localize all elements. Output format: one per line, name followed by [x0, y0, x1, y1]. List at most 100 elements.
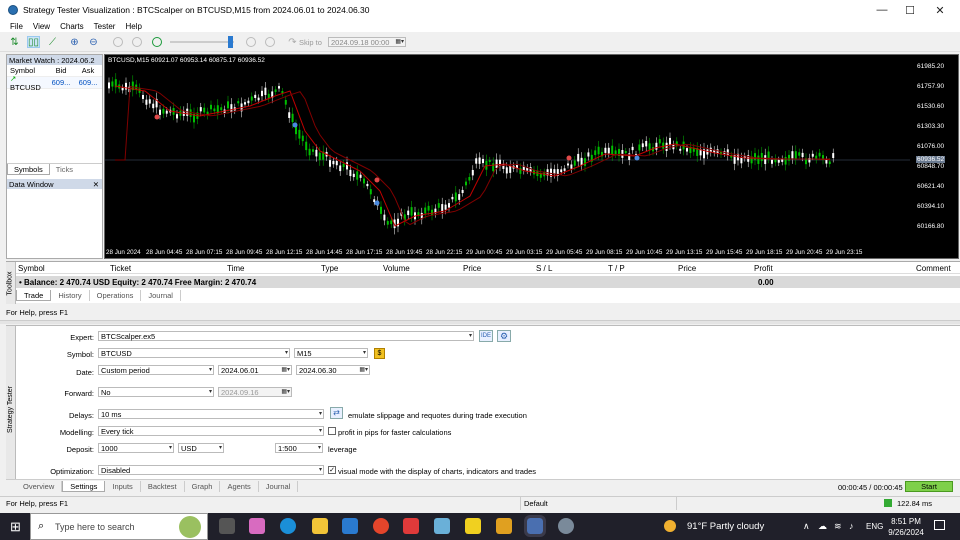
zoom-in-icon[interactable]: ⊕: [68, 36, 81, 48]
menu-charts[interactable]: Charts: [60, 22, 84, 31]
candle-body: [108, 82, 110, 89]
date-to-field[interactable]: 2024.06.30 ▦▾: [296, 365, 370, 375]
balance-row[interactable]: • Balance: 2 470.74 USD Equity: 2 470.74…: [16, 276, 960, 288]
tab-settings[interactable]: Settings: [62, 481, 106, 492]
line-chart-icon[interactable]: ⟋: [46, 36, 59, 48]
menu-tester[interactable]: Tester: [94, 22, 116, 31]
candle-body: [312, 149, 314, 152]
start-button[interactable]: Start: [905, 481, 953, 492]
zoom-out-icon[interactable]: ⊖: [87, 36, 100, 48]
tray-chevron-icon[interactable]: ∧: [803, 521, 810, 532]
menu-view[interactable]: View: [33, 22, 50, 31]
tab-trade[interactable]: Trade: [16, 290, 52, 301]
price-chart[interactable]: BTCUSD,M15 60921.07 60953.14 60875.17 60…: [104, 54, 959, 259]
x-tick-label: 29 Jun 23:15: [826, 249, 863, 256]
menu-file[interactable]: File: [10, 22, 23, 31]
modelling-select[interactable]: Every tick ▾: [98, 426, 324, 436]
tab-overview[interactable]: Overview: [16, 481, 63, 492]
app-icon-orange[interactable]: [496, 518, 512, 534]
speed-slider-thumb[interactable]: [227, 36, 233, 48]
x-tick-label: 29 Jun 10:45: [626, 249, 663, 256]
app-icon-sky[interactable]: [434, 518, 450, 534]
clock-date[interactable]: 9/26/2024: [887, 528, 925, 537]
play-icon[interactable]: [150, 36, 163, 48]
app-icon-yellow[interactable]: [465, 518, 481, 534]
task-view-icon[interactable]: [219, 518, 235, 534]
tab-backtest[interactable]: Backtest: [141, 481, 185, 492]
gear-icon[interactable]: ⚙: [497, 330, 511, 342]
tab-journal[interactable]: Journal: [141, 290, 181, 301]
trade-marker: [566, 155, 572, 161]
tab-operations[interactable]: Operations: [90, 290, 142, 301]
visual-mode-checkbox[interactable]: ✓: [328, 466, 336, 474]
copilot-icon[interactable]: [249, 518, 265, 534]
status-bar-top: For Help, press F1: [0, 306, 960, 319]
currency-select[interactable]: USD ▾: [178, 443, 224, 453]
splitter[interactable]: [0, 320, 960, 324]
candle-body: [356, 171, 359, 180]
tab-journal-tester[interactable]: Journal: [259, 481, 299, 492]
ide-button[interactable]: IDE: [479, 330, 493, 342]
next-bar-icon[interactable]: [244, 36, 257, 48]
candlestick-chart-icon[interactable]: ▯▯: [27, 36, 40, 48]
profit-value: 0.00: [758, 278, 774, 287]
mail-icon[interactable]: [342, 518, 358, 534]
forward-select[interactable]: No ▾: [98, 387, 214, 397]
taskbar-search[interactable]: ⌕ Type here to search: [30, 513, 208, 540]
candle-body: [244, 102, 246, 105]
candle-body: [210, 104, 212, 110]
candle-body: [638, 144, 641, 151]
stop-icon[interactable]: [111, 36, 124, 48]
delays-settings-icon[interactable]: ⇄: [330, 407, 343, 419]
bar-chart-icon[interactable]: ⇅: [8, 36, 21, 48]
leverage-select[interactable]: 1:500 ▾: [275, 443, 323, 453]
weather-text[interactable]: 91°F Partly cloudy: [687, 521, 764, 532]
notifications-icon[interactable]: [934, 520, 945, 530]
tab-ticks[interactable]: Ticks: [50, 164, 79, 175]
symbol-select[interactable]: BTCUSD ▾: [98, 348, 290, 358]
deposit-select[interactable]: 1000 ▾: [98, 443, 174, 453]
maximize-button[interactable]: ☐: [894, 0, 926, 20]
clock-time[interactable]: 8:51 PM: [891, 517, 921, 526]
candle-body: [298, 129, 301, 139]
symbol-properties-icon[interactable]: $: [374, 348, 385, 359]
skip-to-date[interactable]: 2024.09.18 00:00 ▦▾: [328, 37, 406, 47]
end-icon[interactable]: [263, 36, 276, 48]
tab-history[interactable]: History: [51, 290, 90, 301]
candle-body: [288, 112, 291, 118]
tab-graph[interactable]: Graph: [185, 481, 221, 492]
candle-body: [349, 169, 352, 177]
speed-slider[interactable]: [170, 36, 234, 48]
expert-select[interactable]: BTCScalper.ex5 ▾: [98, 331, 474, 341]
profit-in-pips-checkbox[interactable]: [328, 427, 336, 435]
x-tick-label: 28 Jun 07:15: [186, 249, 223, 256]
toolbox-side-tab[interactable]: Toolbox: [6, 262, 16, 304]
tab-symbols[interactable]: Symbols: [7, 164, 50, 175]
metatrader-icon[interactable]: [558, 518, 574, 534]
close-icon[interactable]: ✕: [93, 180, 99, 189]
close-button[interactable]: ✕: [924, 0, 956, 20]
edge-icon[interactable]: [280, 518, 296, 534]
file-explorer-icon[interactable]: [312, 518, 328, 534]
metatester-icon[interactable]: [524, 515, 546, 537]
market-watch-row[interactable]: ↗ BTCUSD 609... 609...: [7, 74, 102, 92]
period-select[interactable]: M15 ▾: [294, 348, 368, 358]
wifi-icon[interactable]: ≋: [834, 521, 842, 532]
tab-agents[interactable]: Agents: [220, 481, 259, 492]
pause-icon[interactable]: [130, 36, 143, 48]
candle-body: [342, 163, 345, 168]
date-mode-select[interactable]: Custom period ▾: [98, 365, 214, 375]
menu-help[interactable]: Help: [125, 22, 141, 31]
language-indicator[interactable]: ENG: [866, 522, 883, 531]
delays-select[interactable]: 10 ms ▾: [98, 409, 324, 419]
date-from-field[interactable]: 2024.06.01 ▦▾: [218, 365, 292, 375]
tray-cloud-icon[interactable]: ☁: [818, 521, 827, 532]
volume-icon[interactable]: ♪: [849, 521, 854, 531]
x-tick-label: 29 Jun 00:45: [466, 249, 503, 256]
windows-start-icon[interactable]: ⊞: [10, 519, 21, 535]
chrome-icon[interactable]: [373, 518, 389, 534]
tab-inputs[interactable]: Inputs: [105, 481, 141, 492]
anydesk-icon[interactable]: [403, 518, 419, 534]
optimization-select[interactable]: Disabled ▾: [98, 465, 324, 475]
candle-body: [828, 161, 831, 165]
